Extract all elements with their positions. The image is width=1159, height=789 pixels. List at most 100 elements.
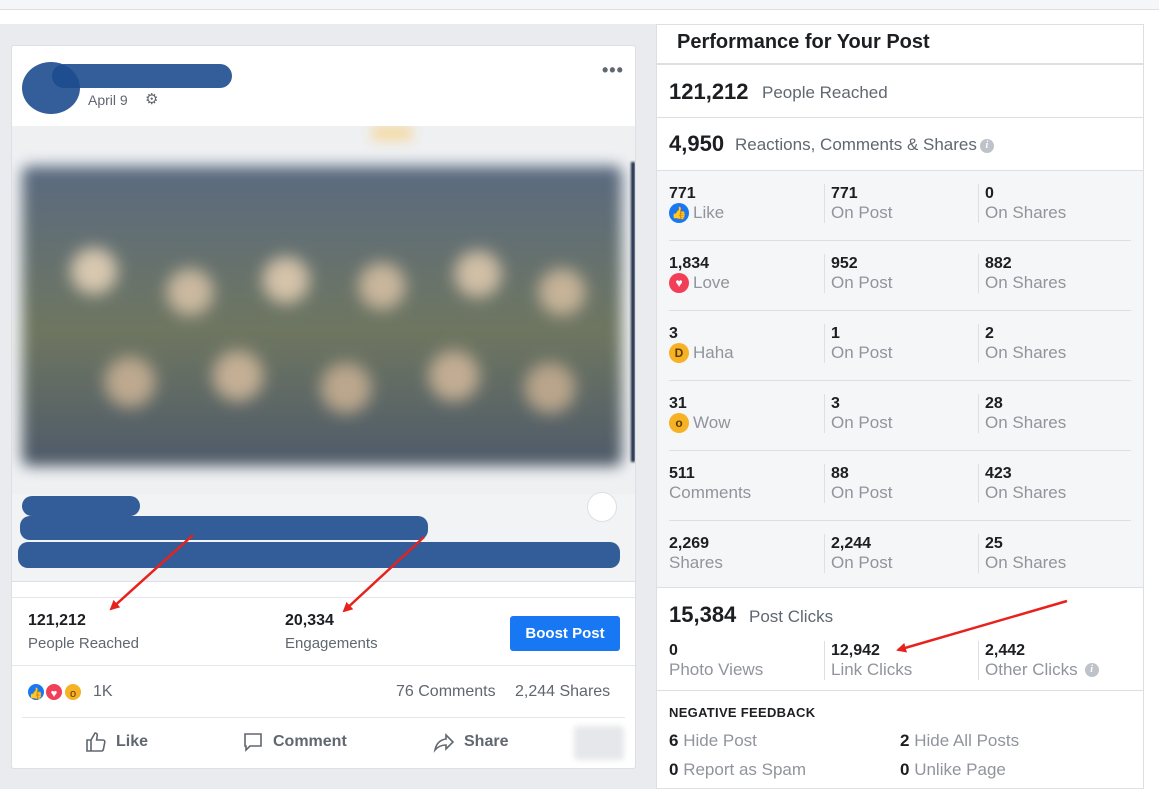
haha-reaction-icon: D [669,343,689,363]
breakdown-row-shares: 2,269 Shares 2,244 On Post 25 On Shares [669,521,1131,591]
post-stats-bar: 121,212 People Reached 20,334 Engagement… [12,597,635,666]
gear-icon[interactable]: ⚙ [145,92,158,108]
on-post-value: 88 [831,465,849,482]
comments-count-link[interactable]: 76 Comments [396,683,496,701]
breakdown-label: Haha [693,343,734,362]
redacted-caption-line [18,542,620,568]
breakdown-on-shares: 0 On Shares [978,184,1066,223]
post-clicks-breakdown: 0 Photo Views 12,942 Link Clicks 2,442 Othe… [669,641,1131,691]
report-spam-stat: 0 Report as Spam [669,760,806,780]
unlike-value: 0 [900,760,910,779]
comment-button[interactable]: Comment [241,730,347,754]
like-button[interactable]: Like [84,730,148,754]
link-clicks-label: Link Clicks [831,660,913,679]
on-shares-value: 423 [985,465,1012,482]
other-clicks-value: 2,442 [985,642,1026,659]
on-post-value: 952 [831,255,858,272]
breakdown-on-shares: 882 On Shares [978,254,1066,293]
on-post-label: On Post [831,203,893,222]
breakdown-label: Like [693,203,725,222]
breakdown-on-post: 952 On Post [824,254,892,293]
divider [657,63,1143,65]
breakdown-total-value: 3 [669,325,678,342]
breakdown-on-shares: 423 On Shares [978,464,1066,503]
breakdown-on-post: 771 On Post [824,184,892,223]
people-reached-label: People Reached [762,83,888,102]
shares-count-link[interactable]: 2,244 Shares [515,683,610,701]
other-clicks: 2,442 Other Clicks i [978,641,1099,680]
on-shares-label: On Shares [985,343,1067,362]
breakdown-row-wow: 31 o Wow 3 On Post 28 On Shares [669,381,1131,451]
link-caption[interactable] [12,492,635,582]
on-post-value: 3 [831,395,840,412]
unlike-label: Unlike Page [914,760,1006,779]
on-shares-label: On Shares [985,483,1067,502]
photo-views-value: 0 [669,642,678,659]
post-card: April 9 ⚙ ••• 121,212 People Reached 20,… [11,45,636,769]
more-options-icon[interactable]: ••• [602,60,624,81]
breakdown-total: 511 Comments [669,464,751,503]
unlike-page-stat: 0 Unlike Page [900,760,1006,780]
like-reaction-icon[interactable]: 👍 [26,682,46,702]
hide-all-value: 2 [900,731,910,750]
reach-value: 121,212 [28,612,86,629]
breakdown-on-shares: 28 On Shares [978,394,1066,433]
on-shares-value: 28 [985,395,1003,412]
reactions-count[interactable]: 1K [93,683,113,701]
post-image[interactable] [12,126,635,494]
love-reaction-icon: ♥ [669,273,689,293]
breakdown-label: Comments [669,483,752,502]
on-post-label: On Post [831,343,893,362]
reactions-total-label: Reactions, Comments & Shares i [735,135,994,155]
on-post-label: On Post [831,483,893,502]
share-button[interactable]: Share [432,730,508,754]
spam-value: 0 [669,760,679,779]
breakdown-total: 3 D Haha [669,324,734,363]
info-icon[interactable]: i [979,138,994,153]
wow-reaction-icon[interactable]: o [63,682,83,702]
thumbs-up-icon [86,732,106,752]
blurred-photo [22,166,622,466]
comment-icon [244,733,262,752]
link-circle-button[interactable] [587,492,617,522]
reactions-total-value: 4,950 [669,131,725,156]
post-clicks-label: Post Clicks [749,607,834,626]
on-shares-label: On Shares [985,553,1067,572]
on-shares-label: On Shares [985,203,1067,222]
divider [657,690,1143,691]
share-label: Share [464,733,509,750]
breakdown-total: 1,834 ♥ Love [669,254,730,293]
love-reaction-icon[interactable]: ♥ [44,682,64,702]
on-shares-value: 0 [985,185,994,202]
hide-post-value: 6 [669,731,679,750]
redacted-page-name[interactable] [52,64,232,88]
breakdown-total-value: 1,834 [669,255,710,272]
on-shares-label: On Shares [985,273,1067,292]
hide-all-posts-stat: 2 Hide All Posts [900,731,1019,751]
breakdown-total-value: 2,269 [669,535,710,552]
reactions-summary: 👍 ♥ o 1K 76 Comments 2,244 Shares [12,674,635,714]
redacted-caption-line [20,516,428,540]
blurred-avatar-selector[interactable] [574,726,624,760]
boost-post-button[interactable]: Boost Post [510,616,620,651]
post-actions: Like Comment Share [22,717,625,765]
info-icon[interactable]: i [1084,663,1099,677]
breakdown-on-shares: 25 On Shares [978,534,1066,573]
reach-label: People Reached [28,635,139,652]
breakdown-row-like: 771 👍 Like 771 On Post 0 On Shares [669,171,1131,241]
breakdown-on-post: 1 On Post [824,324,892,363]
on-post-value: 2,244 [831,535,872,552]
comment-label: Comment [273,733,347,750]
on-post-label: On Post [831,553,893,572]
hide-all-label: Hide All Posts [914,731,1020,750]
breakdown-total: 31 o Wow [669,394,730,433]
post-date[interactable]: April 9 [88,92,128,108]
photo-views: 0 Photo Views [669,641,763,680]
breakdown-total-value: 31 [669,395,687,412]
engagements-value: 20,334 [285,612,334,629]
on-post-value: 771 [831,185,858,202]
hide-post-stat: 6 Hide Post [669,731,757,751]
post-clicks-value: 15,384 [669,602,737,627]
breakdown-total-value: 771 [669,185,696,202]
breakdown-label: Shares [669,553,723,572]
